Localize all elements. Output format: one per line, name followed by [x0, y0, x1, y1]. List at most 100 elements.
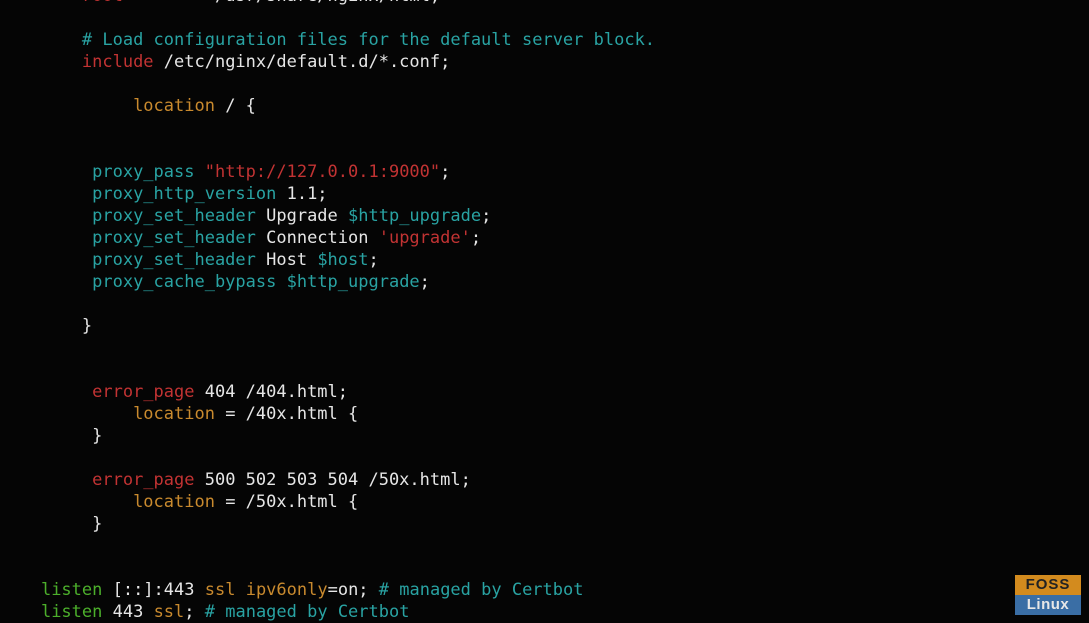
code-token — [235, 580, 245, 600]
code-token: Host — [256, 250, 317, 270]
code-token: / { — [215, 96, 256, 116]
code-token — [0, 52, 82, 72]
code-token: error_page — [92, 470, 194, 490]
code-line: listen 443 ssl; # managed by Certbot — [0, 601, 655, 623]
code-token: ; — [471, 228, 481, 248]
code-token: location — [133, 96, 215, 116]
code-token: Connection — [256, 228, 379, 248]
code-token — [0, 30, 82, 50]
code-token: $http_upgrade — [287, 272, 420, 292]
code-token: proxy_cache_bypass — [92, 272, 276, 292]
code-line: proxy_set_header Host $host; — [0, 249, 655, 271]
code-line: location = /50x.html { — [0, 491, 655, 513]
code-token: location — [133, 404, 215, 424]
code-token: # managed by Certbot — [379, 580, 584, 600]
code-token — [0, 492, 133, 512]
code-line: proxy_cache_bypass $http_upgrade; — [0, 271, 655, 293]
code-line: location / { — [0, 95, 655, 117]
code-line: include /etc/nginx/default.d/*.conf; — [0, 51, 655, 73]
code-line — [0, 117, 655, 139]
code-token — [0, 580, 41, 600]
code-token — [194, 162, 204, 182]
code-line: listen [::]:443 ssl ipv6only=on; # manag… — [0, 579, 655, 601]
code-line: root /usr/share/nginx/html; — [0, 0, 655, 7]
code-token: proxy_set_header — [92, 206, 256, 226]
code-token: proxy_http_version — [92, 184, 276, 204]
code-line — [0, 7, 655, 29]
code-token: = /40x.html { — [215, 404, 358, 424]
code-token: # Load configuration files for the defau… — [82, 30, 655, 50]
code-line: proxy_set_header Connection 'upgrade'; — [0, 227, 655, 249]
code-line — [0, 535, 655, 557]
code-line: proxy_http_version 1.1; — [0, 183, 655, 205]
code-token — [0, 184, 92, 204]
code-token: ipv6only — [246, 580, 328, 600]
code-line: # Load configuration files for the defau… — [0, 29, 655, 51]
code-token — [0, 404, 133, 424]
code-line — [0, 557, 655, 579]
code-line: proxy_set_header Upgrade $http_upgrade; — [0, 205, 655, 227]
code-token: listen — [41, 602, 102, 622]
code-line: error_page 500 502 503 504 /50x.html; — [0, 469, 655, 491]
watermark-linux: Linux — [1015, 595, 1081, 615]
code-token: /usr/share/nginx/html; — [123, 0, 440, 6]
code-line: error_page 404 /404.html; — [0, 381, 655, 403]
code-token: $http_upgrade — [348, 206, 481, 226]
code-line — [0, 139, 655, 161]
nginx-config-code: root /usr/share/nginx/html; # Load confi… — [0, 0, 655, 623]
code-token: /etc/nginx/default.d/*.conf; — [154, 52, 451, 72]
code-token — [0, 250, 92, 270]
code-token — [0, 228, 92, 248]
code-token: } — [0, 426, 102, 446]
code-token: } — [0, 514, 102, 534]
code-token — [0, 96, 133, 116]
code-token — [0, 602, 41, 622]
code-token: ; — [481, 206, 491, 226]
code-token: 1.1; — [276, 184, 327, 204]
code-token: ; — [440, 162, 450, 182]
code-token: Upgrade — [256, 206, 348, 226]
code-token — [0, 206, 92, 226]
code-token: proxy_set_header — [92, 250, 256, 270]
code-token — [0, 162, 92, 182]
code-token: = /50x.html { — [215, 492, 358, 512]
code-token: ssl — [205, 580, 236, 600]
code-token: proxy_pass — [92, 162, 194, 182]
code-line — [0, 73, 655, 95]
code-token: listen — [41, 580, 102, 600]
code-token — [0, 272, 92, 292]
code-line — [0, 337, 655, 359]
code-token: include — [82, 52, 154, 72]
code-token — [0, 0, 82, 6]
code-token: 500 502 503 504 /50x.html; — [194, 470, 470, 490]
code-token: [::]:443 — [102, 580, 204, 600]
code-token: 404 /404.html; — [194, 382, 348, 402]
code-line — [0, 293, 655, 315]
code-token: ; — [420, 272, 430, 292]
code-token: 'upgrade' — [379, 228, 471, 248]
code-token: location — [133, 492, 215, 512]
code-token: 443 — [102, 602, 153, 622]
code-line: location = /40x.html { — [0, 403, 655, 425]
code-token: =on; — [328, 580, 379, 600]
watermark-foss: FOSS — [1015, 575, 1081, 595]
code-line — [0, 447, 655, 469]
foss-linux-watermark: FOSS Linux — [1015, 575, 1081, 615]
code-token: ; — [369, 250, 379, 270]
code-token — [0, 382, 92, 402]
code-token: } — [0, 316, 92, 336]
code-token: # managed by Certbot — [205, 602, 410, 622]
code-token: ssl — [154, 602, 185, 622]
code-line: } — [0, 513, 655, 535]
code-token: "http://127.0.0.1:9000" — [205, 162, 440, 182]
code-token — [0, 470, 92, 490]
code-token: root — [82, 0, 123, 6]
code-line — [0, 359, 655, 381]
code-line: } — [0, 315, 655, 337]
code-token — [276, 272, 286, 292]
code-line: proxy_pass "http://127.0.0.1:9000"; — [0, 161, 655, 183]
code-token: proxy_set_header — [92, 228, 256, 248]
code-token: $host — [317, 250, 368, 270]
code-token: ; — [184, 602, 204, 622]
code-line: } — [0, 425, 655, 447]
